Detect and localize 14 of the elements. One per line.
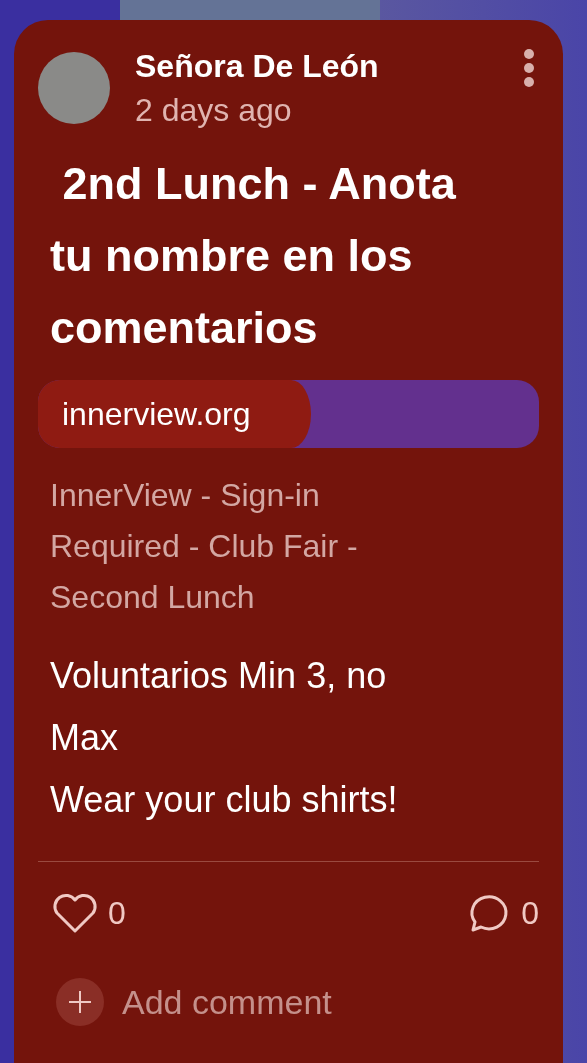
- post-text-line: Voluntarios Min 3, no Max: [50, 654, 388, 760]
- more-options-icon[interactable]: [523, 48, 535, 88]
- link-domain[interactable]: innerview.org: [38, 380, 311, 448]
- plus-icon: [56, 978, 104, 1026]
- author-name: Señora De León: [135, 48, 379, 84]
- post-text-line: Wear your club shirts!: [50, 778, 399, 822]
- post-time: 2 days ago: [135, 91, 292, 130]
- link-description: InnerView - Sign-in Required - Club Fair - Second Lunch: [50, 476, 359, 617]
- heart-icon: [52, 892, 98, 934]
- like-button[interactable]: 0: [52, 892, 126, 934]
- comment-count-button[interactable]: 0: [465, 892, 539, 934]
- post-title: 2nd Lunch - Anota tu nombre en los comentarios: [50, 157, 457, 355]
- link-preview[interactable]: innerview.org: [38, 380, 539, 448]
- add-comment-button[interactable]: Add comment: [56, 978, 332, 1026]
